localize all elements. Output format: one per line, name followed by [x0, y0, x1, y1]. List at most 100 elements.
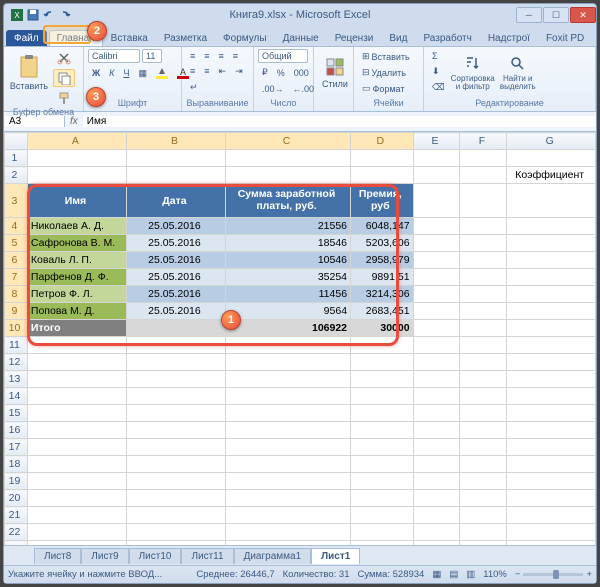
cell[interactable]: 25.05.2016: [126, 303, 225, 320]
italic-button[interactable]: К: [105, 65, 118, 81]
number-format[interactable]: Общий: [258, 49, 308, 63]
bold-button[interactable]: Ж: [88, 65, 104, 81]
cell[interactable]: 3214,306: [351, 286, 414, 303]
currency-button[interactable]: ₽: [258, 65, 272, 80]
select-all[interactable]: [5, 133, 28, 150]
cell[interactable]: 0,280578366: [507, 184, 596, 218]
cell[interactable]: 25.05.2016: [126, 235, 225, 252]
row-header[interactable]: 18: [5, 456, 28, 473]
row-header[interactable]: 23: [5, 541, 28, 546]
redo-icon[interactable]: [58, 8, 72, 22]
row-header[interactable]: 17: [5, 439, 28, 456]
cell[interactable]: 25.05.2016: [126, 252, 225, 269]
col-header[interactable]: A: [27, 133, 126, 150]
delete-cells[interactable]: ⊟ Удалить: [358, 65, 410, 80]
cell[interactable]: 35254: [225, 269, 350, 286]
cell[interactable]: 18546: [225, 235, 350, 252]
row-header[interactable]: 12: [5, 354, 28, 371]
cell[interactable]: Петров Ф. Л.: [27, 286, 126, 303]
styles-button[interactable]: Стили: [318, 49, 352, 97]
tab-data[interactable]: Данные: [275, 30, 327, 46]
align-left[interactable]: ≡: [229, 49, 242, 63]
sheet-tab[interactable]: Диаграмма1: [234, 548, 312, 564]
indent-dec[interactable]: ⇤: [215, 64, 231, 79]
row-header[interactable]: 5: [5, 235, 28, 252]
cell[interactable]: 106922: [225, 320, 350, 337]
align-top[interactable]: ≡: [186, 49, 199, 63]
save-icon[interactable]: [26, 8, 40, 22]
zoom-level[interactable]: 110%: [483, 569, 507, 580]
cell[interactable]: 2958,979: [351, 252, 414, 269]
row-header[interactable]: 8: [5, 286, 28, 303]
underline-button[interactable]: Ч: [119, 65, 133, 81]
cell[interactable]: 30000: [351, 320, 414, 337]
tab-review[interactable]: Рецензи: [327, 30, 382, 46]
cell[interactable]: 9564: [225, 303, 350, 320]
row-header[interactable]: 6: [5, 252, 28, 269]
row-header[interactable]: 14: [5, 388, 28, 405]
close-button[interactable]: ✕: [570, 7, 596, 23]
cell[interactable]: [126, 320, 225, 337]
row-header[interactable]: 19: [5, 473, 28, 490]
indent-inc[interactable]: ⇥: [231, 64, 247, 79]
view-normal-icon[interactable]: ▦: [432, 569, 441, 580]
row-header[interactable]: 11: [5, 337, 28, 354]
zoom-slider[interactable]: −+: [515, 569, 592, 580]
cell[interactable]: 5203,606: [351, 235, 414, 252]
cell[interactable]: Николаев А. Д.: [27, 218, 126, 235]
cell[interactable]: 25.05.2016: [126, 269, 225, 286]
format-painter-button[interactable]: [53, 89, 75, 107]
cell[interactable]: Дата: [126, 184, 225, 218]
undo-icon[interactable]: [42, 8, 56, 22]
cell[interactable]: Коэффициент: [507, 167, 596, 184]
cell[interactable]: Попова М. Д.: [27, 303, 126, 320]
col-header[interactable]: C: [225, 133, 350, 150]
cell[interactable]: Итого: [27, 320, 126, 337]
cell[interactable]: 9891,51: [351, 269, 414, 286]
cell[interactable]: 10546: [225, 252, 350, 269]
row-header[interactable]: 2: [5, 167, 28, 184]
sheet-tab[interactable]: Лист11: [181, 548, 233, 564]
col-header[interactable]: D: [351, 133, 414, 150]
font-size[interactable]: 11: [142, 49, 162, 63]
col-header[interactable]: G: [507, 133, 596, 150]
paste-button[interactable]: Вставить: [8, 49, 50, 97]
view-layout-icon[interactable]: ▤: [449, 569, 458, 580]
cell[interactable]: 2683,451: [351, 303, 414, 320]
cell[interactable]: 6048,147: [351, 218, 414, 235]
cell[interactable]: Сумма заработной платы, руб.: [225, 184, 350, 218]
row-header[interactable]: 1: [5, 150, 28, 167]
sort-filter-button[interactable]: Сортировка и фильтр: [452, 49, 494, 97]
wrap-text[interactable]: ↵: [186, 80, 202, 95]
row-header[interactable]: 9: [5, 303, 28, 320]
tab-layout[interactable]: Разметка: [156, 30, 215, 46]
autosum-button[interactable]: Σ: [428, 49, 449, 63]
sheet-tab[interactable]: Лист1: [311, 548, 360, 564]
row-header[interactable]: 4: [5, 218, 28, 235]
cell[interactable]: Имя: [27, 184, 126, 218]
row-header[interactable]: 21: [5, 507, 28, 524]
format-cells[interactable]: ▭ Формат: [358, 81, 409, 96]
row-header[interactable]: 22: [5, 524, 28, 541]
cell[interactable]: 21556: [225, 218, 350, 235]
tab-insert[interactable]: Вставка: [103, 30, 156, 46]
tab-view[interactable]: Вид: [381, 30, 415, 46]
row-header[interactable]: 13: [5, 371, 28, 388]
col-header[interactable]: B: [126, 133, 225, 150]
cell[interactable]: Коваль Л. П.: [27, 252, 126, 269]
maximize-button[interactable]: ☐: [543, 7, 569, 23]
cell[interactable]: 25.05.2016: [126, 286, 225, 303]
find-select-button[interactable]: Найти и выделить: [497, 49, 539, 97]
tab-formulas[interactable]: Формулы: [215, 30, 275, 46]
align-center[interactable]: ≡: [186, 64, 199, 78]
row-header[interactable]: 10: [5, 320, 28, 337]
font-family[interactable]: Calibri: [88, 49, 140, 63]
worksheet[interactable]: A B C D E F G 1 2Коэффициент 3 Имя Дата …: [4, 132, 596, 545]
tab-abbyy[interactable]: ABBYY PD: [592, 30, 600, 46]
col-header[interactable]: F: [460, 133, 507, 150]
comma-button[interactable]: 000: [290, 65, 313, 80]
percent-button[interactable]: %: [273, 65, 289, 80]
cell[interactable]: Премия, руб: [351, 184, 414, 218]
sheet-tab[interactable]: Лист9: [81, 548, 128, 564]
formula-input[interactable]: Имя: [83, 116, 595, 127]
